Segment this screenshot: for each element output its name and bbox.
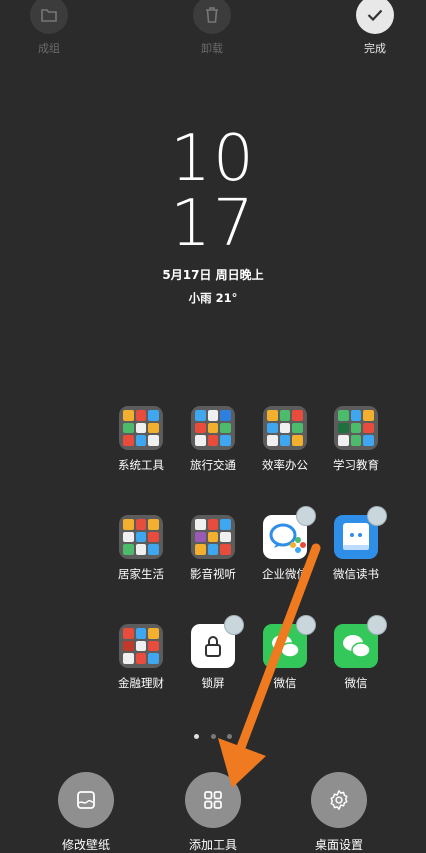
orange-arrow-annotation — [218, 543, 321, 788]
